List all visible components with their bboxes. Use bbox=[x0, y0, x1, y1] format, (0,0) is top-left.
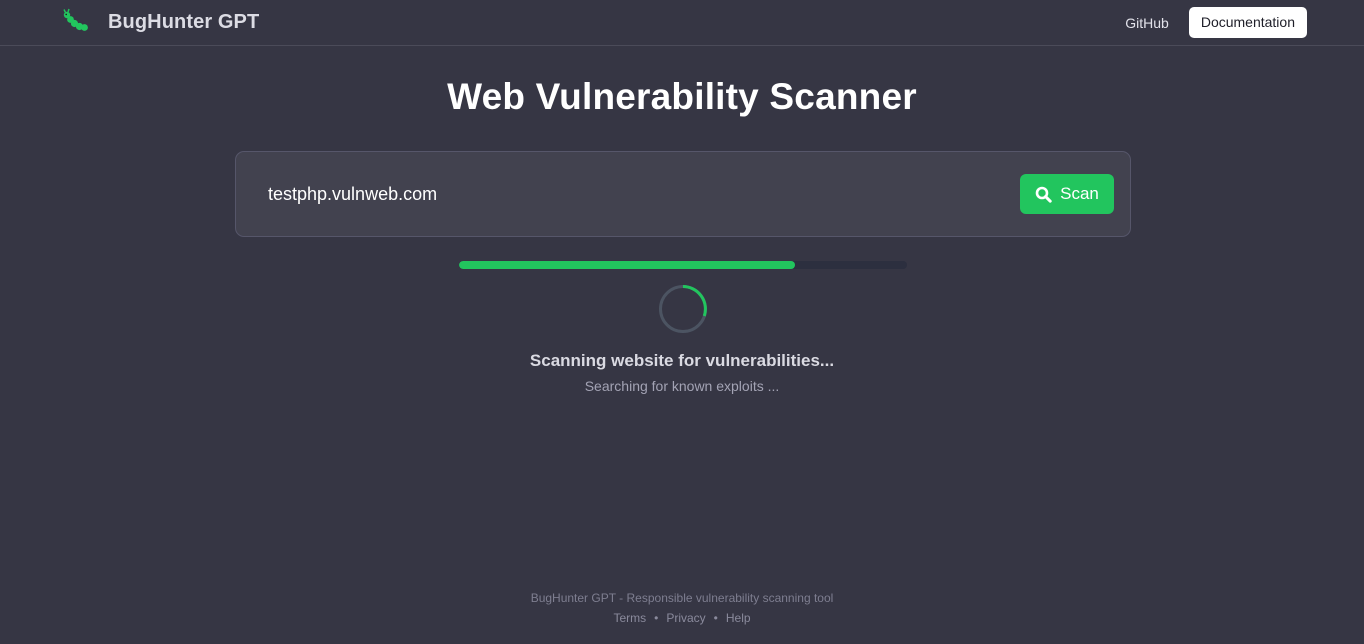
scan-progress-fill bbox=[459, 261, 795, 269]
footer-link-help[interactable]: Help bbox=[726, 611, 751, 625]
scan-form: Scan bbox=[235, 151, 1131, 237]
search-icon bbox=[1035, 186, 1052, 203]
brand-title: BugHunter GPT bbox=[108, 10, 260, 33]
loading-spinner-icon bbox=[659, 285, 707, 333]
footer-separator: • bbox=[654, 611, 659, 625]
caterpillar-icon bbox=[63, 8, 88, 31]
github-link[interactable]: GitHub bbox=[1125, 15, 1169, 31]
url-input[interactable] bbox=[256, 174, 1020, 214]
page-title: Web Vulnerability Scanner bbox=[447, 76, 917, 117]
top-navbar: BugHunter GPT GitHub Documentation bbox=[0, 0, 1364, 46]
brand[interactable]: BugHunter GPT bbox=[62, 8, 259, 36]
footer-link-terms[interactable]: Terms bbox=[613, 611, 646, 625]
scan-button-label: Scan bbox=[1060, 184, 1099, 203]
footer-separator: • bbox=[713, 611, 718, 625]
footer-link-privacy[interactable]: Privacy bbox=[666, 611, 705, 625]
footer-tagline: BugHunter GPT - Responsible vulnerabilit… bbox=[530, 591, 834, 605]
documentation-button[interactable]: Documentation bbox=[1188, 7, 1307, 38]
scan-button[interactable]: Scan bbox=[1020, 174, 1114, 214]
footer-links: Terms • Privacy • Help bbox=[0, 611, 1364, 625]
scan-status-detail: Searching for known exploits ... bbox=[584, 378, 780, 394]
scan-status-title: Scanning website for vulnerabilities... bbox=[529, 351, 835, 370]
nav-links: GitHub Documentation bbox=[1125, 7, 1307, 38]
scan-progress-bar bbox=[459, 261, 907, 269]
